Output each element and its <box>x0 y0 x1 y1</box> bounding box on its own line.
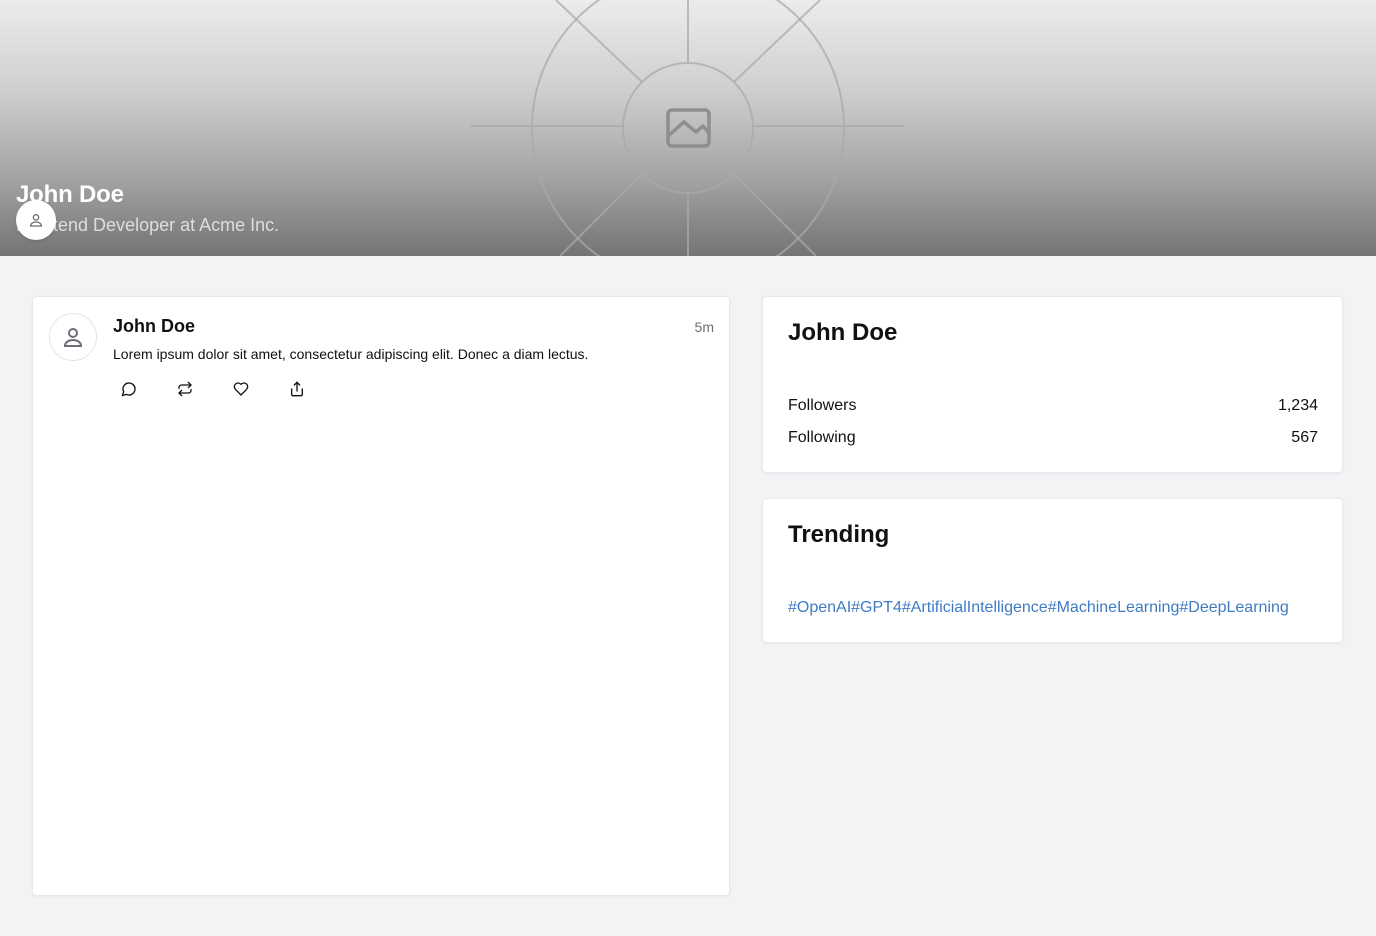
share-button[interactable] <box>289 379 329 399</box>
following-stat[interactable]: Following 567 <box>788 429 1318 447</box>
hashtag-list: #OpenAI #GPT4 #ArtificialIntelligence #M… <box>788 599 1318 617</box>
user-icon <box>29 214 43 227</box>
hashtag-link[interactable]: #MachineLearning <box>1048 599 1180 617</box>
post-actions <box>121 379 345 399</box>
following-count: 567 <box>1291 429 1318 446</box>
comment-icon <box>121 382 136 397</box>
followers-label: Followers <box>788 397 857 414</box>
post-author[interactable]: John Doe <box>113 316 195 337</box>
heart-icon <box>233 382 249 396</box>
followers-count: 1,234 <box>1277 397 1318 414</box>
like-button[interactable] <box>233 379 273 399</box>
user-icon <box>63 328 83 347</box>
hashtag-link[interactable]: #DeepLearning <box>1179 599 1288 617</box>
profile-card: John Doe Followers 1,234 Following 567 <box>762 296 1343 473</box>
post-body: Lorem ipsum dolor sit amet, consectetur … <box>113 346 589 362</box>
followers-stat[interactable]: Followers 1,234 <box>788 397 1318 415</box>
post-feed: John Doe 5m Lorem ipsum dolor sit amet, … <box>32 296 730 896</box>
cover-image: John Doe Frontend Developer at Acme Inc. <box>0 0 1376 256</box>
avatar[interactable] <box>16 200 56 240</box>
hashtag-link[interactable]: #GPT4 <box>851 599 902 617</box>
repost-button[interactable] <box>177 379 217 399</box>
repost-icon <box>178 381 192 397</box>
share-icon <box>291 381 303 397</box>
hashtag-link[interactable]: #OpenAI <box>788 599 851 617</box>
trending-card: Trending #OpenAI #GPT4 #ArtificialIntell… <box>762 498 1343 643</box>
comment-button[interactable] <box>121 379 161 399</box>
trending-title: Trending <box>788 521 890 548</box>
post-timestamp: 5m <box>694 319 714 335</box>
following-label: Following <box>788 429 856 446</box>
profile-card-title: John Doe <box>788 319 898 346</box>
post-avatar[interactable] <box>49 313 97 361</box>
hashtag-link[interactable]: #ArtificialIntelligence <box>902 599 1048 617</box>
